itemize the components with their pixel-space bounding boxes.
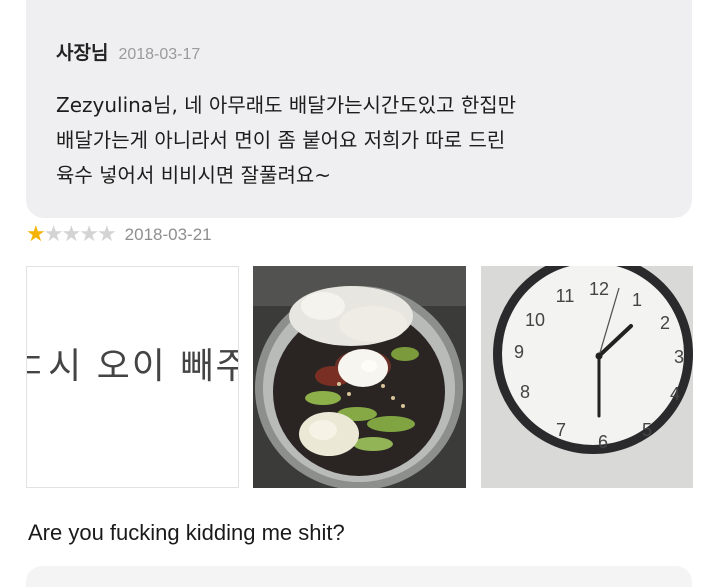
review-photo-noodles[interactable] <box>253 266 466 488</box>
clock-numeral: 9 <box>514 342 524 362</box>
next-card-edge <box>26 566 692 587</box>
star-icon: ★ <box>26 222 46 247</box>
star-rating: ★ ★ ★ ★ ★ <box>26 222 117 247</box>
clock-numeral: 1 <box>632 290 642 310</box>
star-icon: ★ <box>43 222 64 247</box>
owner-reply-text: Zezyulina님, 네 아무래도 배달가는시간도있고 한집만 배달가는게 아… <box>56 88 676 193</box>
owner-reply-date: 2018-03-17 <box>118 46 201 63</box>
clock-numeral: 4 <box>670 384 680 404</box>
star-icon: ★ <box>61 222 81 247</box>
review-date: 2018-03-21 <box>124 225 212 244</box>
owner-name: 사장님 <box>56 42 109 64</box>
clock-numeral: 6 <box>598 432 608 452</box>
star-icon: ★ <box>79 222 99 247</box>
clock-numeral: 10 <box>525 310 545 330</box>
clock-numeral: 3 <box>674 347 684 367</box>
owner-reply-card: 사장님 2018-03-17 Zezyulina님, 네 아무래도 배달가는시간… <box>26 0 692 218</box>
clock-numeral: 12 <box>589 279 609 299</box>
wall-clock-image: 12 1 2 3 4 5 6 7 8 9 10 11 <box>481 266 693 488</box>
owner-reply-line: Zezyulina님, 네 아무래도 배달가는시간도있고 한집만 <box>56 93 517 117</box>
review-rating-row: ★ ★ ★ ★ ★ 2018-03-21 <box>26 224 212 246</box>
review-photo-note[interactable]: ㄷ시 오이 빼주 <box>26 266 239 488</box>
clock-numeral: 11 <box>556 286 575 306</box>
note-photo-text: ㄷ시 오이 빼주 <box>27 346 238 387</box>
clock-numeral: 7 <box>556 420 566 440</box>
owner-reply-header: 사장님 2018-03-17 <box>56 38 200 65</box>
star-icon: ★ <box>96 222 117 247</box>
clock-numeral: 5 <box>642 420 652 440</box>
review-photo-clock[interactable]: 12 1 2 3 4 5 6 7 8 9 10 11 <box>481 266 693 488</box>
noodle-bowl-image <box>253 266 466 488</box>
clock-numeral: 8 <box>520 382 530 402</box>
owner-reply-line: 배달가는게 아니라서 면이 좀 붙어요 저희가 따로 드린 <box>56 128 506 152</box>
clock-numeral: 2 <box>660 313 670 333</box>
owner-reply-line: 육수 넣어서 비비시면 잘풀려요~ <box>56 163 332 187</box>
review-comment: Are you fucking kidding me shit? <box>28 520 345 545</box>
